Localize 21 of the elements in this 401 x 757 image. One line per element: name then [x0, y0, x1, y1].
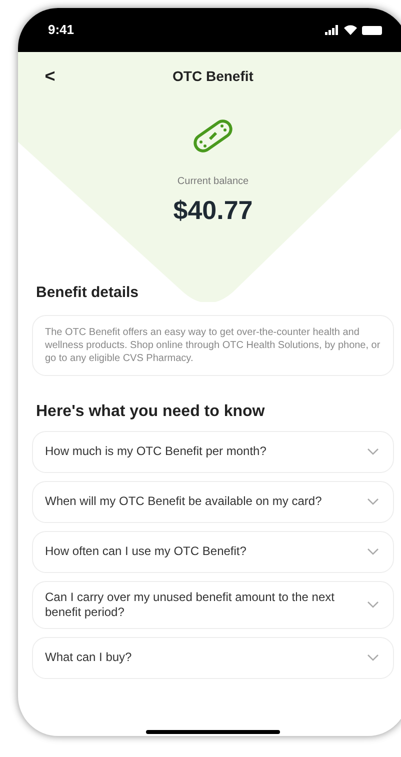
balance-amount: $40.77	[173, 194, 253, 227]
balance-label: Current balance	[177, 175, 249, 189]
faq-item[interactable]: Can I carry over my unused benefit amount to the next benefit period?	[32, 580, 394, 628]
details-text: The OTC Benefit offers an easy way to get over-the-counter health and wellness products. Shop online through OTC Health Solutions, by phone, or go to any eligible CVS Pharmacy.	[45, 326, 381, 364]
back-button[interactable]: <	[40, 62, 60, 90]
wifi-icon	[344, 25, 357, 35]
chevron-icon	[367, 548, 379, 555]
section-heading: Benefit details	[36, 283, 140, 303]
chevron-icon	[367, 498, 379, 505]
screen-title: OTC Benefit	[172, 66, 254, 86]
chevron-icon	[367, 654, 379, 661]
faq-item[interactable]: What can I buy?	[32, 636, 394, 678]
faq-item[interactable]: How often can I use my OTC Benefit?	[32, 530, 394, 572]
faq-item[interactable]: How much is my OTC Benefit per month?	[32, 430, 394, 472]
faq-item[interactable]: When will my OTC Benefit be available on my card?	[32, 480, 394, 522]
status-time: 9:41	[48, 21, 74, 40]
section-heading: Here's what you need to know	[36, 402, 266, 422]
signal-icon	[325, 25, 339, 35]
chevron-icon	[367, 448, 379, 455]
battery-icon	[362, 26, 382, 34]
chevron-icon	[367, 601, 379, 608]
